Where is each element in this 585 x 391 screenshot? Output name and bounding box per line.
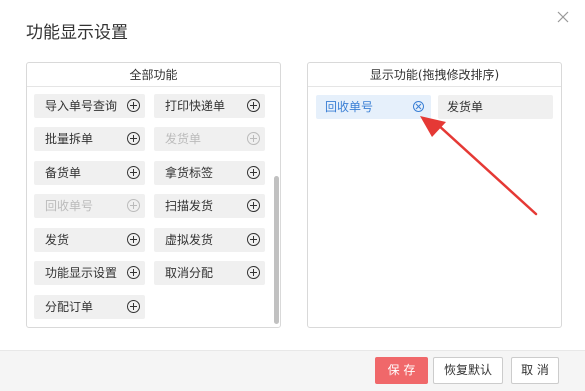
save-button[interactable]: 保 存 — [375, 357, 428, 384]
displayed-item-label: 回收单号 — [325, 100, 374, 114]
displayed-functions-header: 显示功能(拖拽修改排序) — [308, 63, 561, 87]
add-icon[interactable] — [127, 132, 140, 145]
displayed-functions-panel: 显示功能(拖拽修改排序) 回收单号 发货单 — [307, 62, 562, 328]
function-item-pickup-label[interactable]: 拿货标签 — [154, 161, 265, 185]
function-item-label: 批量拆单 — [45, 132, 94, 146]
all-functions-panel: 全部功能 导入单号查询 打印快递单 批量拆单 发货单 备货单 拿货标签 回收单号… — [26, 62, 281, 328]
function-item-display-settings[interactable]: 功能显示设置 — [34, 261, 145, 285]
add-icon — [127, 199, 140, 212]
add-icon[interactable] — [127, 266, 140, 279]
displayed-item-label: 发货单 — [447, 100, 484, 114]
function-item-virtual-ship[interactable]: 虚拟发货 — [154, 228, 265, 252]
displayed-item-recycle-number[interactable]: 回收单号 — [316, 95, 431, 119]
all-functions-header: 全部功能 — [27, 63, 280, 87]
all-functions-scrollbar[interactable] — [274, 176, 279, 324]
add-icon[interactable] — [127, 300, 140, 313]
add-icon[interactable] — [247, 166, 260, 179]
function-item-label: 发货 — [45, 233, 70, 247]
function-item-label: 回收单号 — [45, 199, 94, 213]
add-icon — [247, 132, 260, 145]
function-item-label: 取消分配 — [165, 266, 214, 280]
add-icon[interactable] — [127, 233, 140, 246]
displayed-item-shipping-list[interactable]: 发货单 — [438, 95, 553, 119]
function-item-stock-list[interactable]: 备货单 — [34, 161, 145, 185]
function-item-import-query[interactable]: 导入单号查询 — [34, 94, 145, 118]
function-item-label: 扫描发货 — [165, 199, 214, 213]
restore-default-button[interactable]: 恢复默认 — [433, 357, 503, 384]
function-item-label: 备货单 — [45, 166, 82, 180]
add-icon[interactable] — [247, 233, 260, 246]
close-icon[interactable] — [556, 10, 570, 24]
cancel-button[interactable]: 取 消 — [511, 357, 559, 384]
function-item-label: 分配订单 — [45, 300, 94, 314]
add-icon[interactable] — [247, 266, 260, 279]
function-item-batch-split[interactable]: 批量拆单 — [34, 127, 145, 151]
function-item-scan-ship[interactable]: 扫描发货 — [154, 194, 265, 218]
remove-icon[interactable] — [413, 101, 424, 112]
function-item-label: 导入单号查询 — [45, 99, 118, 113]
function-item-assign-order[interactable]: 分配订单 — [34, 295, 145, 319]
add-icon[interactable] — [247, 199, 260, 212]
function-item-print-express[interactable]: 打印快递单 — [154, 94, 265, 118]
function-item-recycle-number: 回收单号 — [34, 194, 145, 218]
function-item-cancel-assign[interactable]: 取消分配 — [154, 261, 265, 285]
function-item-shipping-list: 发货单 — [154, 127, 265, 151]
function-item-label: 功能显示设置 — [45, 266, 118, 280]
add-icon[interactable] — [127, 166, 140, 179]
dialog-title: 功能显示设置 — [26, 23, 128, 43]
function-item-ship[interactable]: 发货 — [34, 228, 145, 252]
function-item-label: 虚拟发货 — [165, 233, 214, 247]
add-icon[interactable] — [127, 99, 140, 112]
function-item-label: 拿货标签 — [165, 166, 214, 180]
function-item-label: 打印快递单 — [165, 99, 226, 113]
add-icon[interactable] — [247, 99, 260, 112]
function-item-label: 发货单 — [165, 132, 202, 146]
